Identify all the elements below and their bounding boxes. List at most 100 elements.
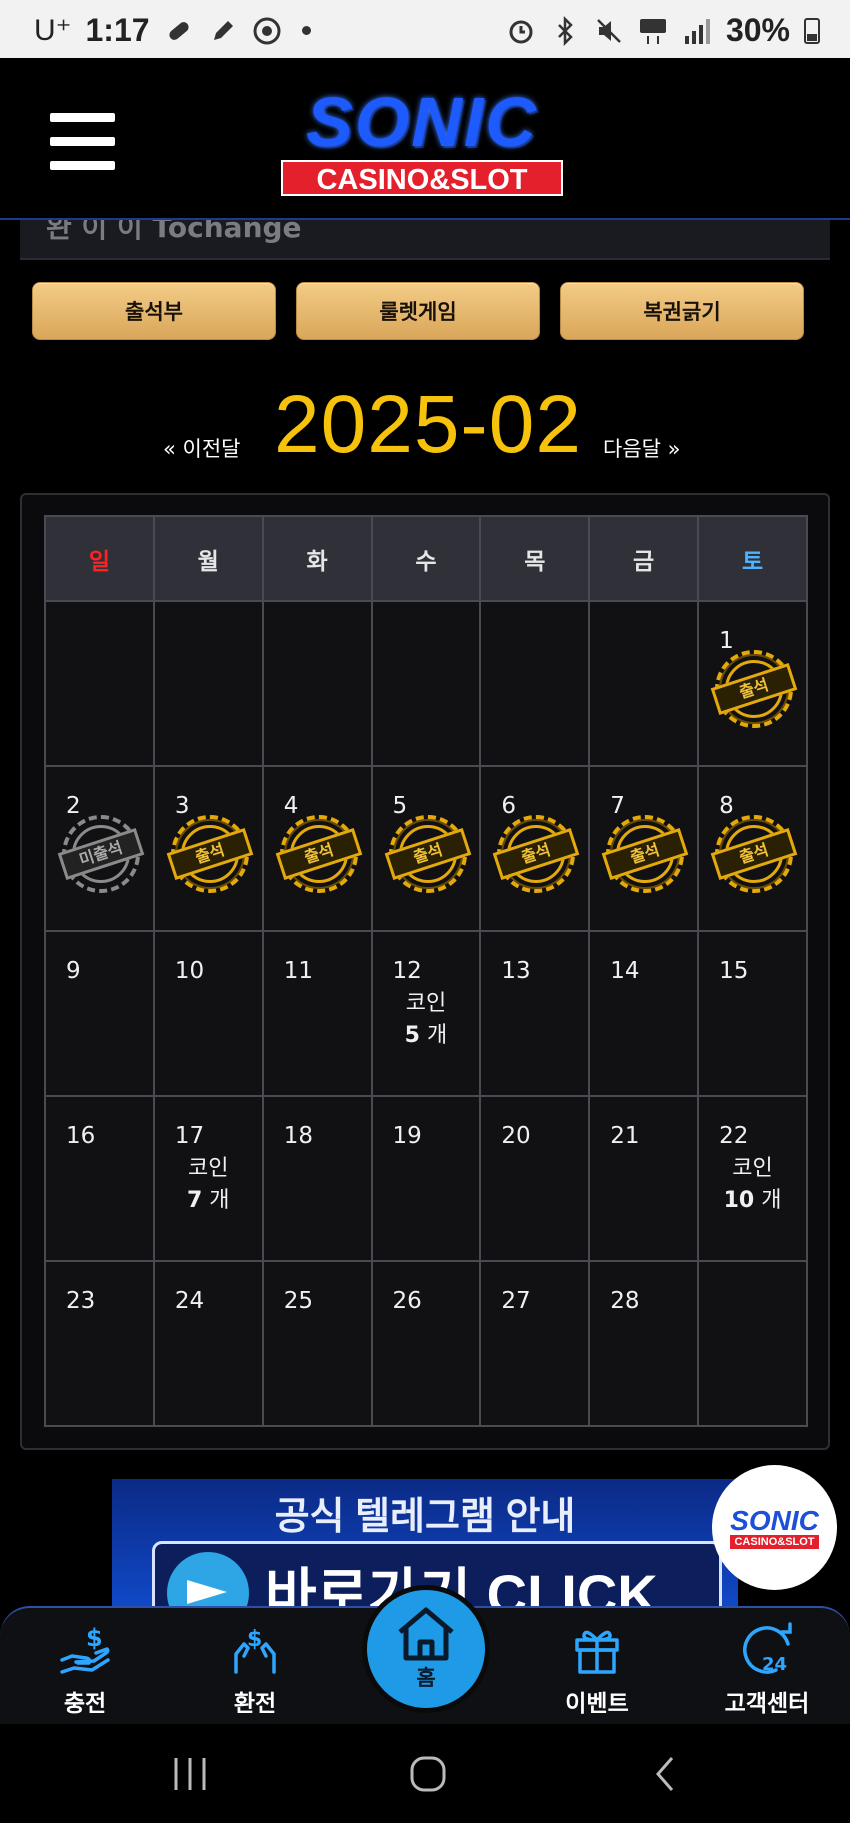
prev-month-link[interactable]: « 이전달 (163, 433, 240, 463)
calendar-day-cell: 6 출석 (479, 765, 591, 932)
nav-home[interactable]: 홈 (362, 1585, 490, 1713)
day-number: 25 (283, 1288, 313, 1314)
coin-amount-line: 10 개 (699, 1185, 806, 1217)
weekday-fri: 금 (588, 515, 700, 602)
calendar-day-cell: 20 (479, 1095, 591, 1262)
coin-unit: 개 (761, 1188, 782, 1213)
status-bar: U⁺ 1:17 30% (0, 0, 850, 58)
feature-tabs: 출석부 룰렛게임 복권긁기 (32, 282, 804, 340)
tab-attendance[interactable]: 출석부 (32, 282, 276, 340)
svg-text:$: $ (247, 1627, 262, 1652)
weekday-mon: 월 (152, 515, 264, 602)
hamburger-menu-icon[interactable] (50, 113, 115, 170)
signal-icon (684, 18, 710, 44)
calendar-week-row: 23 24 25 26 27 28 (44, 1260, 808, 1427)
nav-withdraw[interactable]: $ 환전 (190, 1618, 320, 1723)
coin-reward: 코인 10 개 (699, 1153, 806, 1217)
weekday-header-row: 일 월 화 수 목 금 토 (44, 515, 808, 602)
calendar-day-cell: 5 출석 (370, 765, 482, 932)
calendar-day-cell: 22 코인 10 개 (697, 1095, 808, 1262)
calendar-day-cell: 23 (44, 1260, 155, 1427)
calendar-week-row: 9 10 11 12 코인 5 개 13 14 15 (44, 930, 808, 1097)
coin-unit: 개 (209, 1188, 230, 1213)
recent-apps-icon[interactable] (170, 1752, 210, 1796)
day-number: 20 (501, 1123, 531, 1149)
day-number: 19 (392, 1123, 422, 1149)
calendar-week-row: 16 17 코인 7 개 18 19 20 21 22 코인 10 개 (44, 1095, 808, 1262)
coin-amount-line: 5 개 (373, 1020, 480, 1052)
carrier-label: U⁺ (34, 14, 72, 47)
support-24-icon: 24 (743, 1622, 792, 1675)
attended-stamp-icon: 출석 (493, 815, 580, 893)
day-number: 9 (66, 958, 81, 984)
coin-amount: 7 (186, 1188, 203, 1213)
day-number: 11 (283, 958, 313, 984)
svg-text:24: 24 (762, 1654, 787, 1675)
calendar-day-cell: 14 (588, 930, 700, 1097)
calendar-day-cell: 19 (370, 1095, 482, 1262)
mute-icon (597, 18, 621, 43)
coin-amount: 10 (723, 1188, 755, 1213)
day-number: 26 (392, 1288, 422, 1314)
calendar-panel: 일 월 화 수 목 금 토 1 출석 2 미출석 3 출석 4 출석 5 출석 6 출석 7 출석 8 출석 9… (20, 493, 830, 1450)
day-number: 23 (66, 1288, 96, 1314)
weekday-sat: 토 (697, 515, 808, 602)
site-logo[interactable]: SONIC CASINO&SLOT (262, 86, 582, 198)
next-month-link[interactable]: 다음달 » (603, 433, 680, 463)
calendar-day-cell: 7 출석 (588, 765, 700, 932)
home-system-icon[interactable] (408, 1752, 448, 1796)
weekday-sun: 일 (44, 515, 155, 602)
weekday-thu: 목 (479, 515, 591, 602)
calendar-empty-cell (697, 1260, 808, 1427)
nav-support[interactable]: 24 고객센터 (702, 1618, 832, 1723)
tab-lottery[interactable]: 복권긁기 (560, 282, 804, 340)
day-number: 13 (501, 958, 531, 984)
calendar-day-cell: 25 (261, 1260, 373, 1427)
battery-percent: 30% (725, 12, 790, 48)
attended-stamp-icon: 출석 (384, 815, 471, 893)
day-number: 21 (610, 1123, 640, 1149)
attended-stamp-icon: 출석 (601, 815, 689, 893)
day-number: 10 (174, 958, 205, 984)
calendar-empty-cell (44, 600, 155, 767)
attended-stamp-icon: 출석 (710, 815, 798, 893)
nav-home-label: 홈 (416, 1666, 436, 1690)
coin-label: 코인 (188, 1156, 229, 1181)
strip-text: 완 이 이 Tochange (46, 220, 302, 244)
calendar-day-cell: 12 코인 5 개 (370, 930, 482, 1097)
calendar-day-cell: 2 미출석 (44, 765, 155, 932)
coin-amount-line: 7 개 (155, 1185, 262, 1217)
calendar-day-cell: 15 (697, 930, 808, 1097)
attended-stamp-icon: 출석 (710, 650, 798, 728)
floating-logo-button[interactable]: SONIC CASINO&SLOT (712, 1465, 837, 1590)
deposit-icon: $ (60, 1624, 110, 1674)
day-number: 15 (719, 958, 749, 984)
day-number: 14 (610, 958, 640, 984)
calendar-day-cell: 24 (152, 1260, 264, 1427)
coin-reward: 코인 5 개 (373, 988, 480, 1052)
day-number: 17 (174, 1123, 205, 1149)
nav-deposit[interactable]: $ 충전 (20, 1618, 150, 1723)
coin-label: 코인 (405, 991, 447, 1016)
attended-stamp-icon: 출석 (275, 815, 363, 893)
alarm-icon (509, 20, 533, 43)
tab-roulette[interactable]: 룰렛게임 (296, 282, 540, 340)
home-icon (398, 1607, 454, 1661)
calendar-day-cell: 10 (152, 930, 264, 1097)
day-number: 27 (501, 1288, 531, 1314)
day-number: 22 (719, 1123, 749, 1149)
day-number: 28 (610, 1288, 640, 1314)
absent-stamp-icon: 미출석 (57, 815, 145, 893)
calendar-day-cell: 27 (479, 1260, 591, 1427)
back-icon[interactable] (650, 1752, 680, 1796)
nav-deposit-label: 충전 (63, 1691, 107, 1717)
coin-label: 코인 (732, 1156, 773, 1181)
nav-event[interactable]: 이벤트 (532, 1618, 662, 1723)
float-logo-main: SONIC (730, 1504, 819, 1536)
logo-sub-text: CASINO&SLOT (281, 160, 563, 196)
weekday-wed: 수 (370, 515, 482, 602)
day-number: 12 (392, 958, 422, 984)
pill-icon (168, 21, 189, 40)
edit-icon (213, 20, 233, 40)
logo-main-text: SONIC (306, 83, 538, 161)
